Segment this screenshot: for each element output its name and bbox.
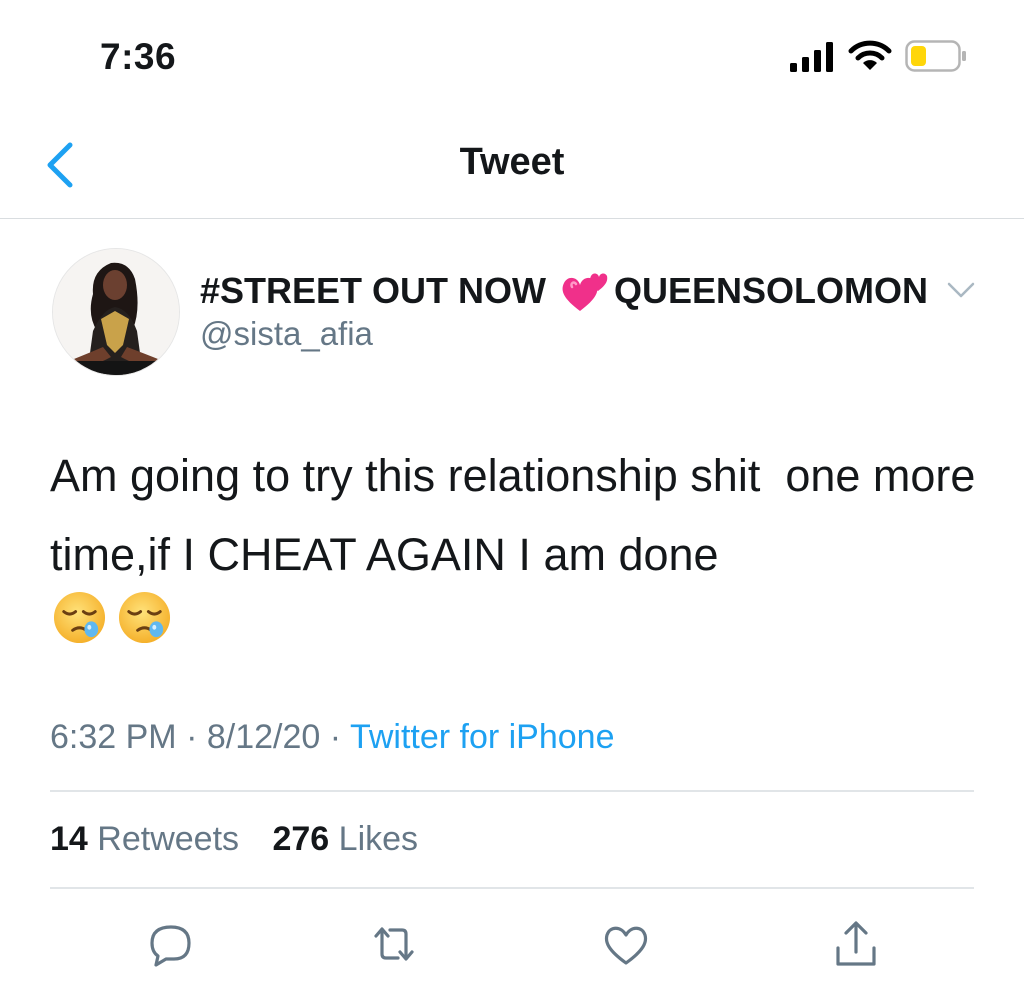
tweet-emoji	[52, 590, 172, 645]
wifi-icon	[848, 40, 892, 70]
like-icon[interactable]	[600, 918, 652, 970]
cellular-signal-icon	[790, 42, 833, 72]
tweet-text: Am going to try this relationship shit o…	[50, 450, 988, 580]
battery-icon	[905, 40, 966, 72]
likes-label: Likes	[338, 820, 419, 858]
author-name[interactable]: #STREET OUT NOW QUEENSOLOMON	[200, 268, 928, 314]
author-handle[interactable]: @sista_afia	[200, 315, 373, 353]
retweet-icon[interactable]	[368, 918, 420, 970]
avatar-photo	[53, 249, 179, 375]
divider	[50, 887, 974, 889]
likes-number: 276	[272, 820, 330, 858]
display-name-prefix: #STREET OUT NOW	[200, 270, 547, 311]
page-title: Tweet	[459, 141, 565, 183]
sleepy-face-icon	[118, 591, 171, 644]
reply-icon[interactable]	[144, 918, 196, 970]
avatar[interactable]	[52, 248, 180, 376]
tweet-meta: 6:32 PM · 8/12/20 · Twitter for iPhone	[50, 718, 615, 757]
tweet-date: 8/12/20	[206, 718, 321, 756]
status-time: 7:36	[100, 36, 177, 77]
divider	[50, 790, 974, 792]
tweet-stats: 14 Retweets 276 Likes	[50, 820, 442, 859]
display-name-suffix: QUEENSOLOMON	[614, 270, 929, 311]
tweet-time: 6:32 PM	[50, 718, 177, 756]
chevron-down-icon[interactable]	[944, 278, 978, 302]
retweets-count[interactable]: 14 Retweets	[50, 820, 239, 858]
retweets-number: 14	[50, 820, 88, 858]
share-icon[interactable]	[830, 918, 882, 970]
tweet-source-link[interactable]: Twitter for iPhone	[350, 718, 615, 756]
retweets-label: Retweets	[97, 820, 240, 858]
sleepy-face-icon	[53, 591, 106, 644]
likes-count[interactable]: 276 Likes	[272, 820, 418, 858]
meta-separator: ·	[329, 718, 342, 756]
meta-separator: ·	[186, 718, 198, 756]
navigation-bar: Tweet	[0, 110, 1024, 219]
two-hearts-icon	[562, 273, 608, 311]
status-bar: 7:36	[0, 0, 1024, 110]
